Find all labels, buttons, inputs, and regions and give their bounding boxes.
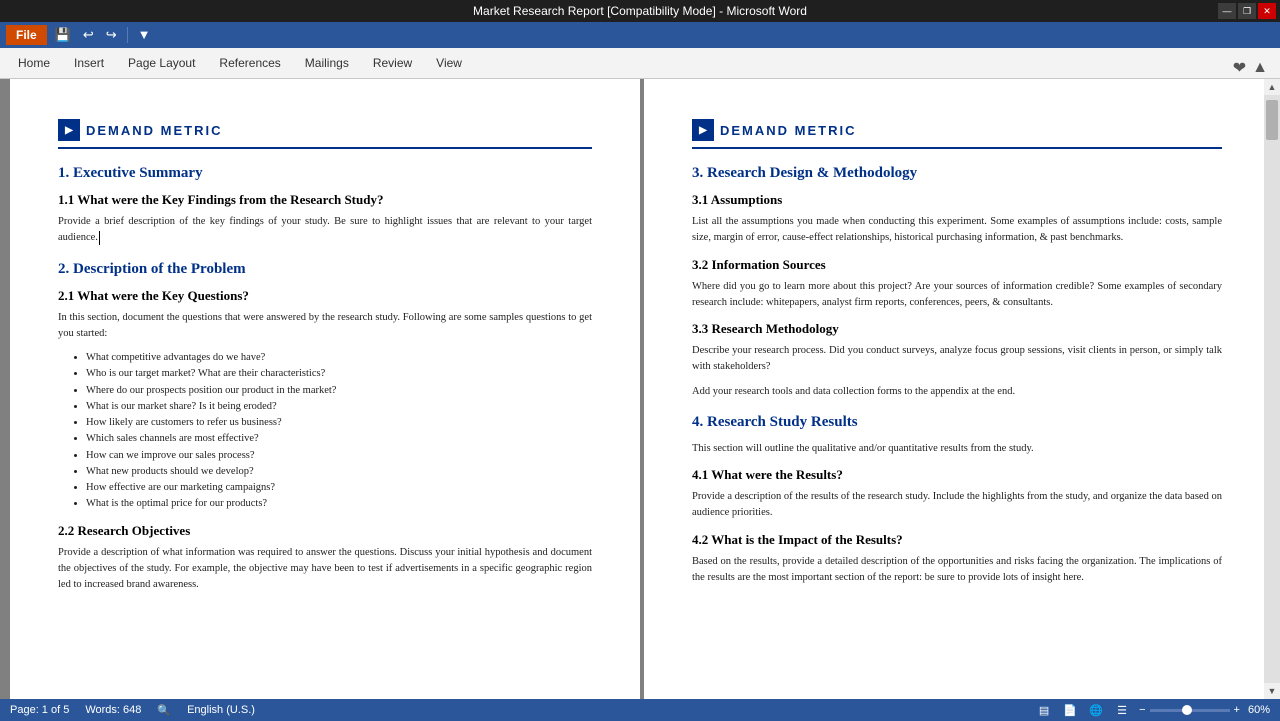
section-3-3-body2: Add your research tools and data collect… bbox=[692, 384, 1222, 400]
undo-icon[interactable]: ↩ bbox=[79, 25, 98, 45]
section-3-3-body: Describe your research process. Did you … bbox=[692, 343, 1222, 376]
logo-left: ▶ DEMAND METRIC bbox=[58, 119, 592, 149]
scroll-thumb[interactable] bbox=[1266, 100, 1278, 140]
section-4-2-body: Based on the results, provide a detailed… bbox=[692, 554, 1222, 587]
logo-icon-right: ▶ bbox=[692, 119, 714, 141]
section-4: 4. Research Study Results This section w… bbox=[692, 414, 1222, 586]
list-item: How can we improve our sales process? bbox=[86, 448, 592, 464]
scroll-track[interactable] bbox=[1264, 95, 1280, 683]
help-icon[interactable]: ❤ bbox=[1233, 58, 1246, 78]
collapse-ribbon-icon[interactable]: ▲ bbox=[1252, 59, 1268, 77]
tab-view[interactable]: View bbox=[424, 48, 474, 78]
tab-insert[interactable]: Insert bbox=[62, 48, 116, 78]
language[interactable]: English (U.S.) bbox=[187, 704, 255, 716]
list-item: How likely are customers to refer us bus… bbox=[86, 415, 592, 431]
section-2-heading: 2. Description of the Problem bbox=[58, 261, 592, 278]
logo-text-right: DEMAND METRIC bbox=[720, 123, 857, 138]
window-controls: — ❐ ✕ bbox=[1218, 3, 1276, 19]
section-4-2-heading: 4.2 What is the Impact of the Results? bbox=[692, 532, 1222, 548]
page-right[interactable]: ▶ DEMAND METRIC 3. Research Design & Met… bbox=[640, 79, 1270, 699]
redo-icon[interactable]: ↪ bbox=[102, 25, 121, 45]
ribbon-right-actions: ❤ ▲ bbox=[1233, 58, 1274, 78]
ribbon: Home Insert Page Layout References Maili… bbox=[0, 48, 1280, 79]
section-3-2-body: Where did you go to learn more about thi… bbox=[692, 279, 1222, 312]
zoom-minus-button[interactable]: − bbox=[1139, 704, 1145, 716]
section-1: 1. Executive Summary 1.1 What were the K… bbox=[58, 165, 592, 247]
restore-button[interactable]: ❐ bbox=[1238, 3, 1256, 19]
status-bar: Page: 1 of 5 Words: 648 🔍 English (U.S.)… bbox=[0, 699, 1280, 721]
zoom-slider[interactable]: − + bbox=[1139, 704, 1240, 716]
minimize-button[interactable]: — bbox=[1218, 3, 1236, 19]
status-right-area: ▤ 📄 🌐 ☰ − + 60% bbox=[1035, 702, 1270, 718]
vertical-scrollbar[interactable]: ▲ ▼ bbox=[1264, 79, 1280, 699]
list-item: What competitive advantages do we have? bbox=[86, 350, 592, 366]
zoom-thumb[interactable] bbox=[1182, 705, 1192, 715]
tab-page-layout[interactable]: Page Layout bbox=[116, 48, 207, 78]
spell-check-icon[interactable]: 🔍 bbox=[157, 704, 171, 717]
section-3-1-body: List all the assumptions you made when c… bbox=[692, 214, 1222, 247]
section-1-1-heading: 1.1 What were the Key Findings from the … bbox=[58, 192, 592, 208]
ribbon-tabs: Home Insert Page Layout References Maili… bbox=[0, 48, 1280, 78]
pages-container: ▶ DEMAND METRIC 1. Executive Summary 1.1… bbox=[10, 79, 1270, 699]
section-3-heading: 3. Research Design & Methodology bbox=[692, 165, 1222, 182]
list-item: Who is our target market? What are their… bbox=[86, 366, 592, 382]
section-4-1-body: Provide a description of the results of … bbox=[692, 489, 1222, 522]
section-3: 3. Research Design & Methodology 3.1 Ass… bbox=[692, 165, 1222, 400]
key-questions-list: What competitive advantages do we have? … bbox=[86, 350, 592, 513]
section-3-3-heading: 3.3 Research Methodology bbox=[692, 321, 1222, 337]
web-layout-view-button[interactable]: 🌐 bbox=[1087, 702, 1105, 718]
list-item: What is our market share? Is it being er… bbox=[86, 399, 592, 415]
customize-icon[interactable]: ▼ bbox=[134, 25, 155, 45]
section-2-2-body: Provide a description of what informatio… bbox=[58, 545, 592, 594]
section-3-1-heading: 3.1 Assumptions bbox=[692, 192, 1222, 208]
scroll-up-arrow[interactable]: ▲ bbox=[1268, 79, 1277, 95]
list-item: What new products should we develop? bbox=[86, 464, 592, 480]
section-2-1-body: In this section, document the questions … bbox=[58, 310, 592, 343]
section-1-heading: 1. Executive Summary bbox=[58, 165, 592, 182]
section-3-2-heading: 3.2 Information Sources bbox=[692, 257, 1222, 273]
text-cursor bbox=[99, 231, 100, 245]
zoom-level[interactable]: 60% bbox=[1248, 704, 1270, 716]
tab-references[interactable]: References bbox=[207, 48, 292, 78]
tab-review[interactable]: Review bbox=[361, 48, 424, 78]
section-4-intro: This section will outline the qualitativ… bbox=[692, 441, 1222, 457]
section-4-heading: 4. Research Study Results bbox=[692, 414, 1222, 431]
tab-mailings[interactable]: Mailings bbox=[293, 48, 361, 78]
window-title: Market Research Report [Compatibility Mo… bbox=[473, 4, 807, 18]
quick-access-toolbar: File 💾 ↩ ↪ ▼ bbox=[0, 22, 1280, 48]
section-2: 2. Description of the Problem 2.1 What w… bbox=[58, 261, 592, 594]
tab-home[interactable]: Home bbox=[6, 48, 62, 78]
list-item: Which sales channels are most effective? bbox=[86, 431, 592, 447]
print-layout-view-button[interactable]: ▤ bbox=[1035, 702, 1053, 718]
logo-right: ▶ DEMAND METRIC bbox=[692, 119, 1222, 149]
scroll-down-arrow[interactable]: ▼ bbox=[1268, 683, 1277, 699]
section-1-1-body: Provide a brief description of the key f… bbox=[58, 214, 592, 247]
section-2-2-heading: 2.2 Research Objectives bbox=[58, 523, 592, 539]
logo-text-left: DEMAND METRIC bbox=[86, 123, 223, 138]
list-item: What is the optimal price for our produc… bbox=[86, 496, 592, 512]
word-count: Words: 648 bbox=[85, 704, 141, 716]
list-item: How effective are our marketing campaign… bbox=[86, 480, 592, 496]
page-left[interactable]: ▶ DEMAND METRIC 1. Executive Summary 1.1… bbox=[10, 79, 640, 699]
toolbar-separator bbox=[127, 27, 128, 43]
section-2-1-heading: 2.1 What were the Key Questions? bbox=[58, 288, 592, 304]
section-4-1-heading: 4.1 What were the Results? bbox=[692, 467, 1222, 483]
full-reading-view-button[interactable]: 📄 bbox=[1061, 702, 1079, 718]
title-bar: Market Research Report [Compatibility Mo… bbox=[0, 0, 1280, 22]
logo-icon-left: ▶ bbox=[58, 119, 80, 141]
zoom-track[interactable] bbox=[1150, 709, 1230, 712]
document-area: ▶ DEMAND METRIC 1. Executive Summary 1.1… bbox=[0, 79, 1280, 699]
outline-view-button[interactable]: ☰ bbox=[1113, 702, 1131, 718]
close-button[interactable]: ✕ bbox=[1258, 3, 1276, 19]
page-info: Page: 1 of 5 bbox=[10, 704, 69, 716]
zoom-plus-button[interactable]: + bbox=[1234, 704, 1240, 716]
file-tab-button[interactable]: File bbox=[6, 25, 47, 45]
save-icon[interactable]: 💾 bbox=[51, 25, 75, 45]
list-item: Where do our prospects position our prod… bbox=[86, 383, 592, 399]
